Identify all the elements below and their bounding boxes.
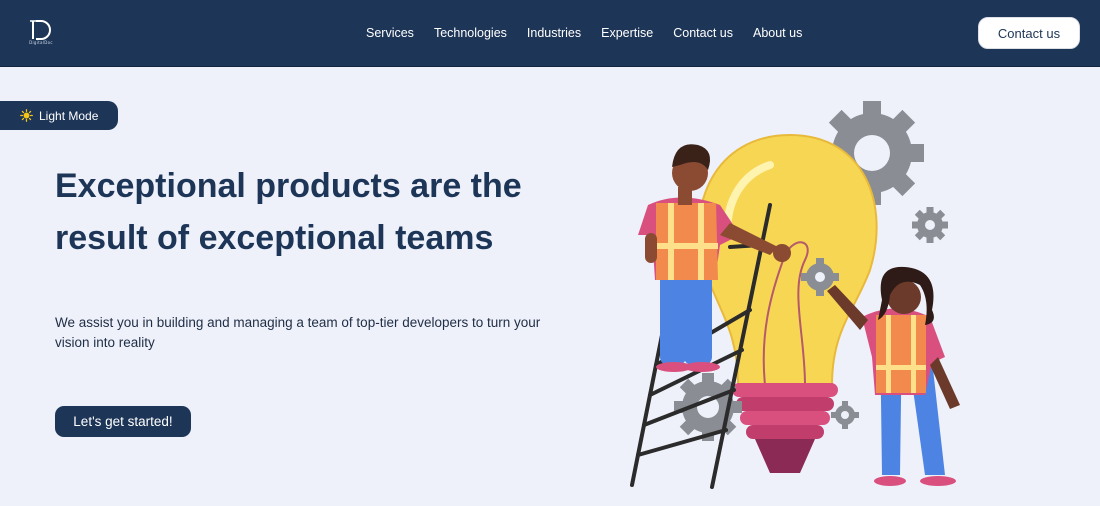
hero-subtitle: We assist you in building and managing a… — [55, 315, 541, 350]
main-nav: Services Technologies Industries Experti… — [366, 26, 802, 40]
get-started-button[interactable]: Let's get started! — [55, 406, 191, 437]
nav-link-about[interactable]: About us — [753, 26, 802, 40]
light-mode-label: Light Mode — [39, 108, 99, 123]
lightbulb-icon — [697, 133, 878, 386]
small-gear-icon — [912, 207, 948, 243]
nav-link-industries[interactable]: Industries — [527, 26, 581, 40]
top-navbar: DigitalDoc Services Technologies Industr… — [0, 0, 1100, 67]
brand-logo[interactable]: DigitalDoc — [26, 20, 56, 48]
logo-wordmark: DigitalDoc — [29, 40, 53, 45]
bulb-base — [732, 383, 838, 473]
hero-title: Exceptional products are the result of e… — [55, 167, 522, 257]
nav-link-technologies[interactable]: Technologies — [434, 26, 507, 40]
sun-icon — [20, 109, 33, 122]
tiny-gear-icon — [831, 401, 859, 429]
woman-character — [827, 266, 960, 486]
nav-link-services[interactable]: Services — [366, 26, 414, 40]
light-mode-toggle[interactable]: Light Mode — [0, 101, 118, 130]
nav-link-contact[interactable]: Contact us — [673, 26, 733, 40]
team-lightbulb-illustration — [630, 101, 960, 489]
logo-icon — [30, 20, 51, 40]
nav-link-expertise[interactable]: Expertise — [601, 26, 653, 40]
contact-us-button[interactable]: Contact us — [978, 17, 1080, 49]
